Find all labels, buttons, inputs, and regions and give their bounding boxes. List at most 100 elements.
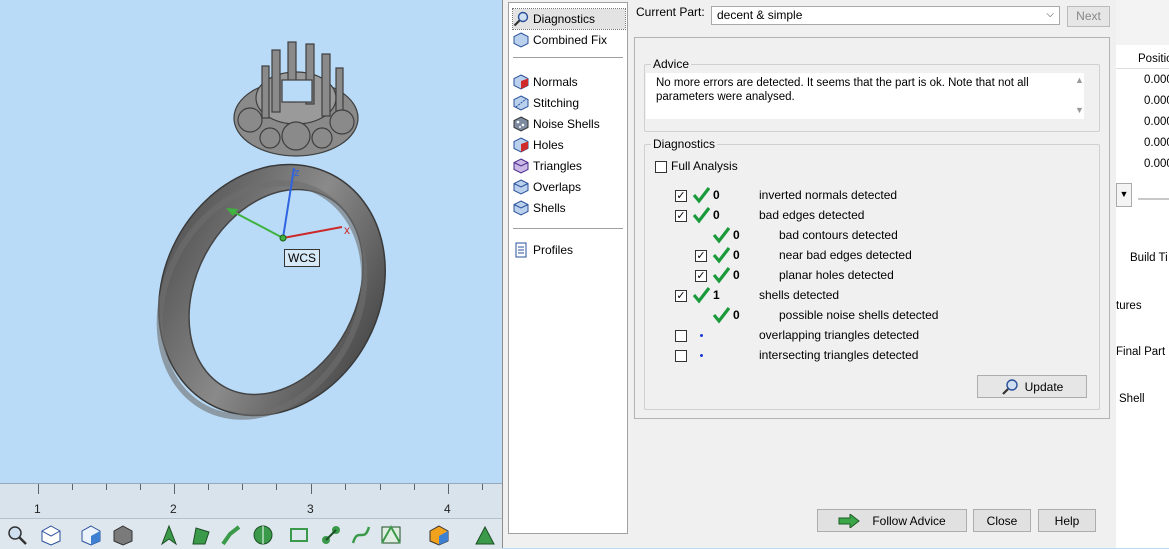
nav-item-noise-shells[interactable]: Noise Shells: [513, 114, 625, 134]
triangle-edit-icon[interactable]: [380, 524, 402, 546]
triangles-icon: [513, 158, 529, 174]
normals-icon: [513, 74, 529, 90]
diag-label: intersecting triangles detected: [759, 348, 919, 362]
diag-checkbox[interactable]: ✓: [675, 210, 687, 222]
select-edge-icon[interactable]: [220, 524, 242, 546]
advice-text: No more errors are detected. It seems th…: [646, 73, 1084, 119]
nav-item-label: Overlaps: [533, 180, 582, 194]
diag-checkbox[interactable]: ✓: [675, 190, 687, 202]
ok-check-icon: [712, 307, 730, 324]
position-value: 0.000: [1144, 158, 1169, 170]
diag-checkbox[interactable]: ✓: [695, 250, 707, 262]
triangle-icon[interactable]: [474, 524, 496, 546]
3d-viewport[interactable]: x z WCS: [0, 0, 502, 548]
nav-item-label: Shells: [533, 201, 566, 215]
ruler: 1 2 3 4: [0, 483, 502, 519]
ruler-label: 3: [307, 502, 314, 516]
follow-advice-button[interactable]: Follow Advice: [817, 509, 967, 532]
ok-check-icon: [692, 187, 710, 204]
cube-wire-icon[interactable]: [40, 524, 62, 546]
nav-item-diagnostics[interactable]: Diagnostics: [512, 8, 626, 30]
nav-item-label: Diagnostics: [533, 12, 596, 26]
position-value: 0.000: [1144, 95, 1169, 107]
magnifier-icon[interactable]: [6, 524, 28, 546]
ruler-label: 4: [444, 502, 451, 516]
diag-label: shells detected: [759, 288, 840, 302]
select-face-icon[interactable]: [190, 524, 212, 546]
ruler-label: 2: [170, 502, 177, 516]
chevron-down-icon[interactable]: ▼: [1116, 183, 1132, 207]
update-button[interactable]: Update: [977, 375, 1087, 398]
diag-label: inverted normals detected: [759, 188, 898, 202]
nav-item-label: Combined Fix: [533, 33, 608, 47]
ring-model[interactable]: x z: [0, 0, 502, 483]
build-time-label: Build Ti: [1130, 252, 1168, 264]
pending-dot-icon: [700, 354, 703, 357]
nav-item-shells[interactable]: Shells: [513, 198, 625, 218]
final-part-label[interactable]: Final Part: [1116, 346, 1169, 358]
diag-count: 0: [733, 248, 740, 262]
position-value: 0.000: [1144, 116, 1169, 128]
nav-item-combined-fix[interactable]: Combined Fix: [513, 30, 625, 50]
profiles-icon: [515, 242, 527, 258]
pending-dot-icon: [700, 334, 703, 337]
next-button[interactable]: Next: [1067, 6, 1110, 27]
diag-label: possible noise shells detected: [779, 308, 939, 322]
diagnostics-title: Diagnostics: [651, 137, 718, 151]
arrow-right-icon: [838, 513, 861, 528]
diag-label: overlapping triangles detected: [759, 328, 920, 342]
shell-label[interactable]: Shell: [1119, 393, 1169, 405]
magnifier-icon: [1001, 378, 1018, 395]
nav-item-triangles[interactable]: Triangles: [513, 156, 625, 176]
follow-advice-label: Follow Advice: [872, 513, 946, 528]
nav-item-label: Triangles: [533, 159, 582, 173]
nav-item-label: Normals: [533, 75, 578, 89]
rect-select-icon[interactable]: [288, 524, 310, 546]
diag-count: 0: [733, 308, 740, 322]
diag-checkbox[interactable]: [675, 350, 687, 362]
stitching-icon: [513, 95, 529, 111]
shell-select-icon[interactable]: [252, 524, 274, 546]
nav-item-profiles[interactable]: Profiles: [513, 240, 625, 260]
diag-label: bad edges detected: [759, 208, 865, 222]
diag-checkbox[interactable]: ✓: [695, 270, 707, 282]
full-analysis-checkbox[interactable]: [655, 161, 667, 173]
diag-count: 0: [713, 188, 720, 202]
ruler-label: 1: [34, 502, 41, 516]
overlaps-icon: [513, 179, 529, 195]
part-color-icon[interactable]: [428, 524, 450, 546]
curve-icon[interactable]: [350, 524, 372, 546]
scroll-down-icon[interactable]: ▼: [1075, 105, 1084, 115]
diag-count: 0: [733, 228, 740, 242]
ok-check-icon: [712, 247, 730, 264]
slider-track[interactable]: [1138, 198, 1169, 200]
diagnostics-group: Diagnostics Full Analysis ✓ 0 inverted n…: [644, 137, 1100, 410]
nav-item-overlaps[interactable]: Overlaps: [513, 177, 625, 197]
diag-checkbox[interactable]: [675, 330, 687, 342]
chevron-down-icon: ⌵: [1046, 9, 1054, 20]
connect-icon[interactable]: [320, 524, 342, 546]
nav-item-label: Noise Shells: [533, 117, 600, 131]
help-button[interactable]: Help: [1038, 509, 1096, 532]
ok-check-icon: [712, 267, 730, 284]
close-button[interactable]: Close: [973, 509, 1031, 532]
diag-count: 1: [713, 288, 720, 302]
diag-count: 0: [713, 208, 720, 222]
diag-checkbox[interactable]: ✓: [675, 290, 687, 302]
advice-group: Advice No more errors are detected. It s…: [644, 57, 1100, 132]
arrow-select-icon[interactable]: [158, 524, 180, 546]
nav-item-normals[interactable]: Normals: [513, 72, 625, 92]
advice-title: Advice: [651, 57, 692, 71]
diag-label: bad contours detected: [779, 228, 898, 242]
nav-item-holes[interactable]: Holes: [513, 135, 625, 155]
cube-solid-icon[interactable]: [112, 524, 134, 546]
holes-icon: [513, 137, 529, 153]
scroll-up-icon[interactable]: ▲: [1075, 75, 1084, 85]
current-part-select[interactable]: decent & simple ⌵: [711, 6, 1060, 25]
shells-icon: [513, 200, 529, 216]
nav-item-stitching[interactable]: Stitching: [513, 93, 625, 113]
current-part-label: Current Part:: [636, 5, 705, 19]
noise-shells-icon: [513, 116, 529, 132]
nav-separator: [513, 57, 623, 58]
cube-front-icon[interactable]: [80, 524, 102, 546]
